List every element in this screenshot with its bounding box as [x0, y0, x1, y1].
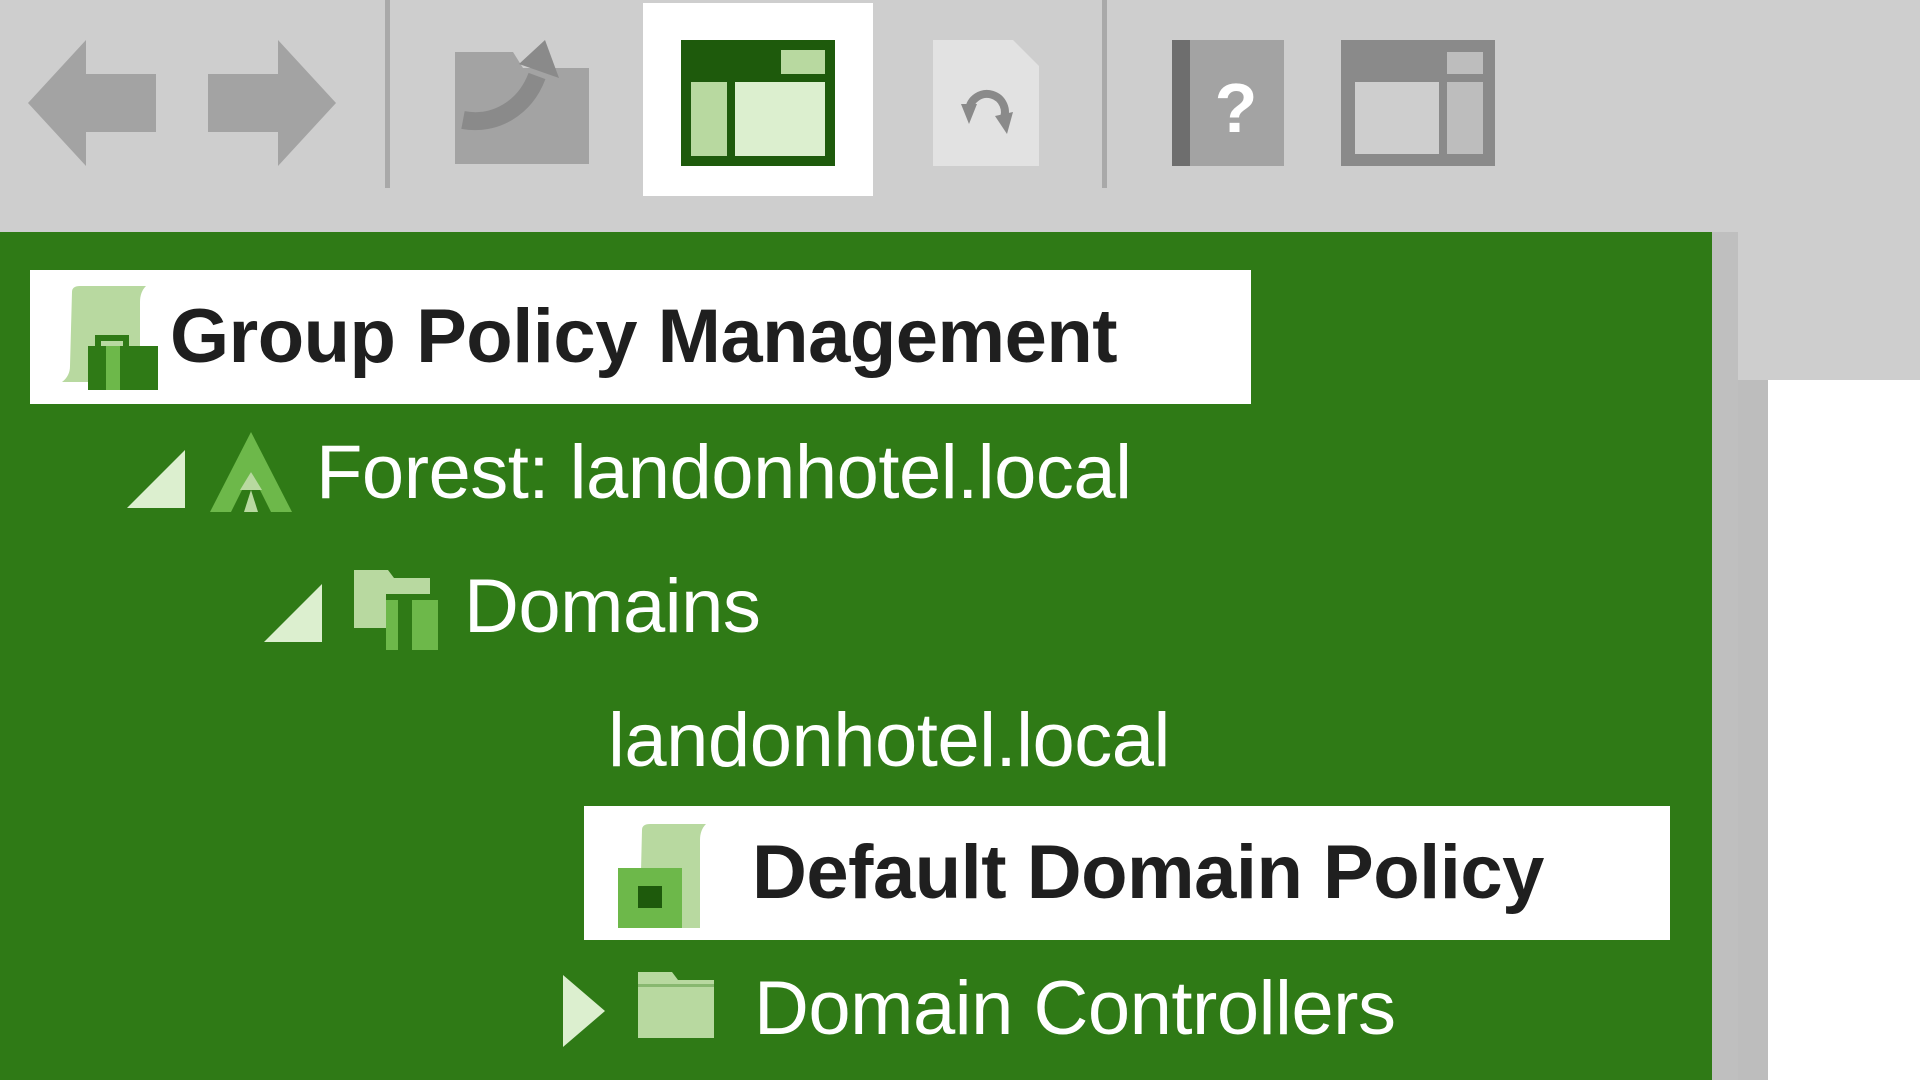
tree-node-label: Default Domain Policy [752, 830, 1544, 915]
forest-icon [210, 432, 292, 512]
tree-node-label: landonhotel.local [608, 698, 1170, 783]
expander-expanded-icon[interactable] [264, 584, 322, 642]
result-pane-content [1768, 380, 1920, 1080]
tree-node-group-policy-management[interactable]: Group Policy Management [30, 270, 1251, 404]
up-one-level-button[interactable] [455, 38, 589, 166]
tree-node-label: Group Policy Management [170, 294, 1118, 379]
domains-folder-icon [354, 564, 438, 650]
help-button[interactable]: ? [1172, 40, 1284, 166]
refresh-button[interactable] [933, 40, 1039, 166]
result-pane [1712, 232, 1920, 1080]
group-policy-icon [62, 286, 158, 390]
back-arrow-icon [28, 40, 156, 166]
expander-expanded-icon[interactable] [127, 450, 185, 508]
svg-text:?: ? [1215, 69, 1258, 147]
tree-node-domains[interactable]: Domains [354, 540, 954, 674]
back-button[interactable] [28, 40, 156, 166]
result-pane-header [1738, 232, 1920, 380]
tree-node-label: Domains [464, 564, 761, 649]
result-pane-border [1738, 380, 1768, 1080]
folder-icon [638, 972, 714, 1038]
action-pane-icon [1341, 40, 1495, 166]
toolbar: ? [0, 0, 1920, 232]
toolbar-separator [1102, 0, 1107, 188]
show-hide-console-tree-button[interactable] [681, 40, 835, 166]
help-icon: ? [1172, 40, 1284, 166]
tree-node-label: Forest: landonhotel.local [316, 430, 1132, 515]
tree-node-domain[interactable]: landonhotel.local [604, 674, 1364, 808]
expander-collapsed-icon[interactable] [563, 975, 605, 1047]
gpo-link-icon [618, 824, 708, 928]
toolbar-separator [385, 0, 390, 188]
show-hide-action-pane-button[interactable] [1341, 40, 1495, 166]
folder-up-icon [455, 40, 589, 164]
console-tree: Group Policy Management Forest: landonho… [0, 232, 1712, 1080]
forward-arrow-icon [208, 40, 336, 166]
tree-node-domain-controllers[interactable]: Domain Controllers [638, 942, 1538, 1076]
tree-node-forest[interactable]: Forest: landonhotel.local [210, 406, 1360, 540]
forward-button[interactable] [208, 40, 336, 166]
refresh-icon [933, 40, 1039, 166]
tree-node-default-domain-policy[interactable]: Default Domain Policy [584, 806, 1670, 940]
console-tree-icon [681, 40, 835, 166]
tree-node-label: Domain Controllers [754, 966, 1396, 1051]
